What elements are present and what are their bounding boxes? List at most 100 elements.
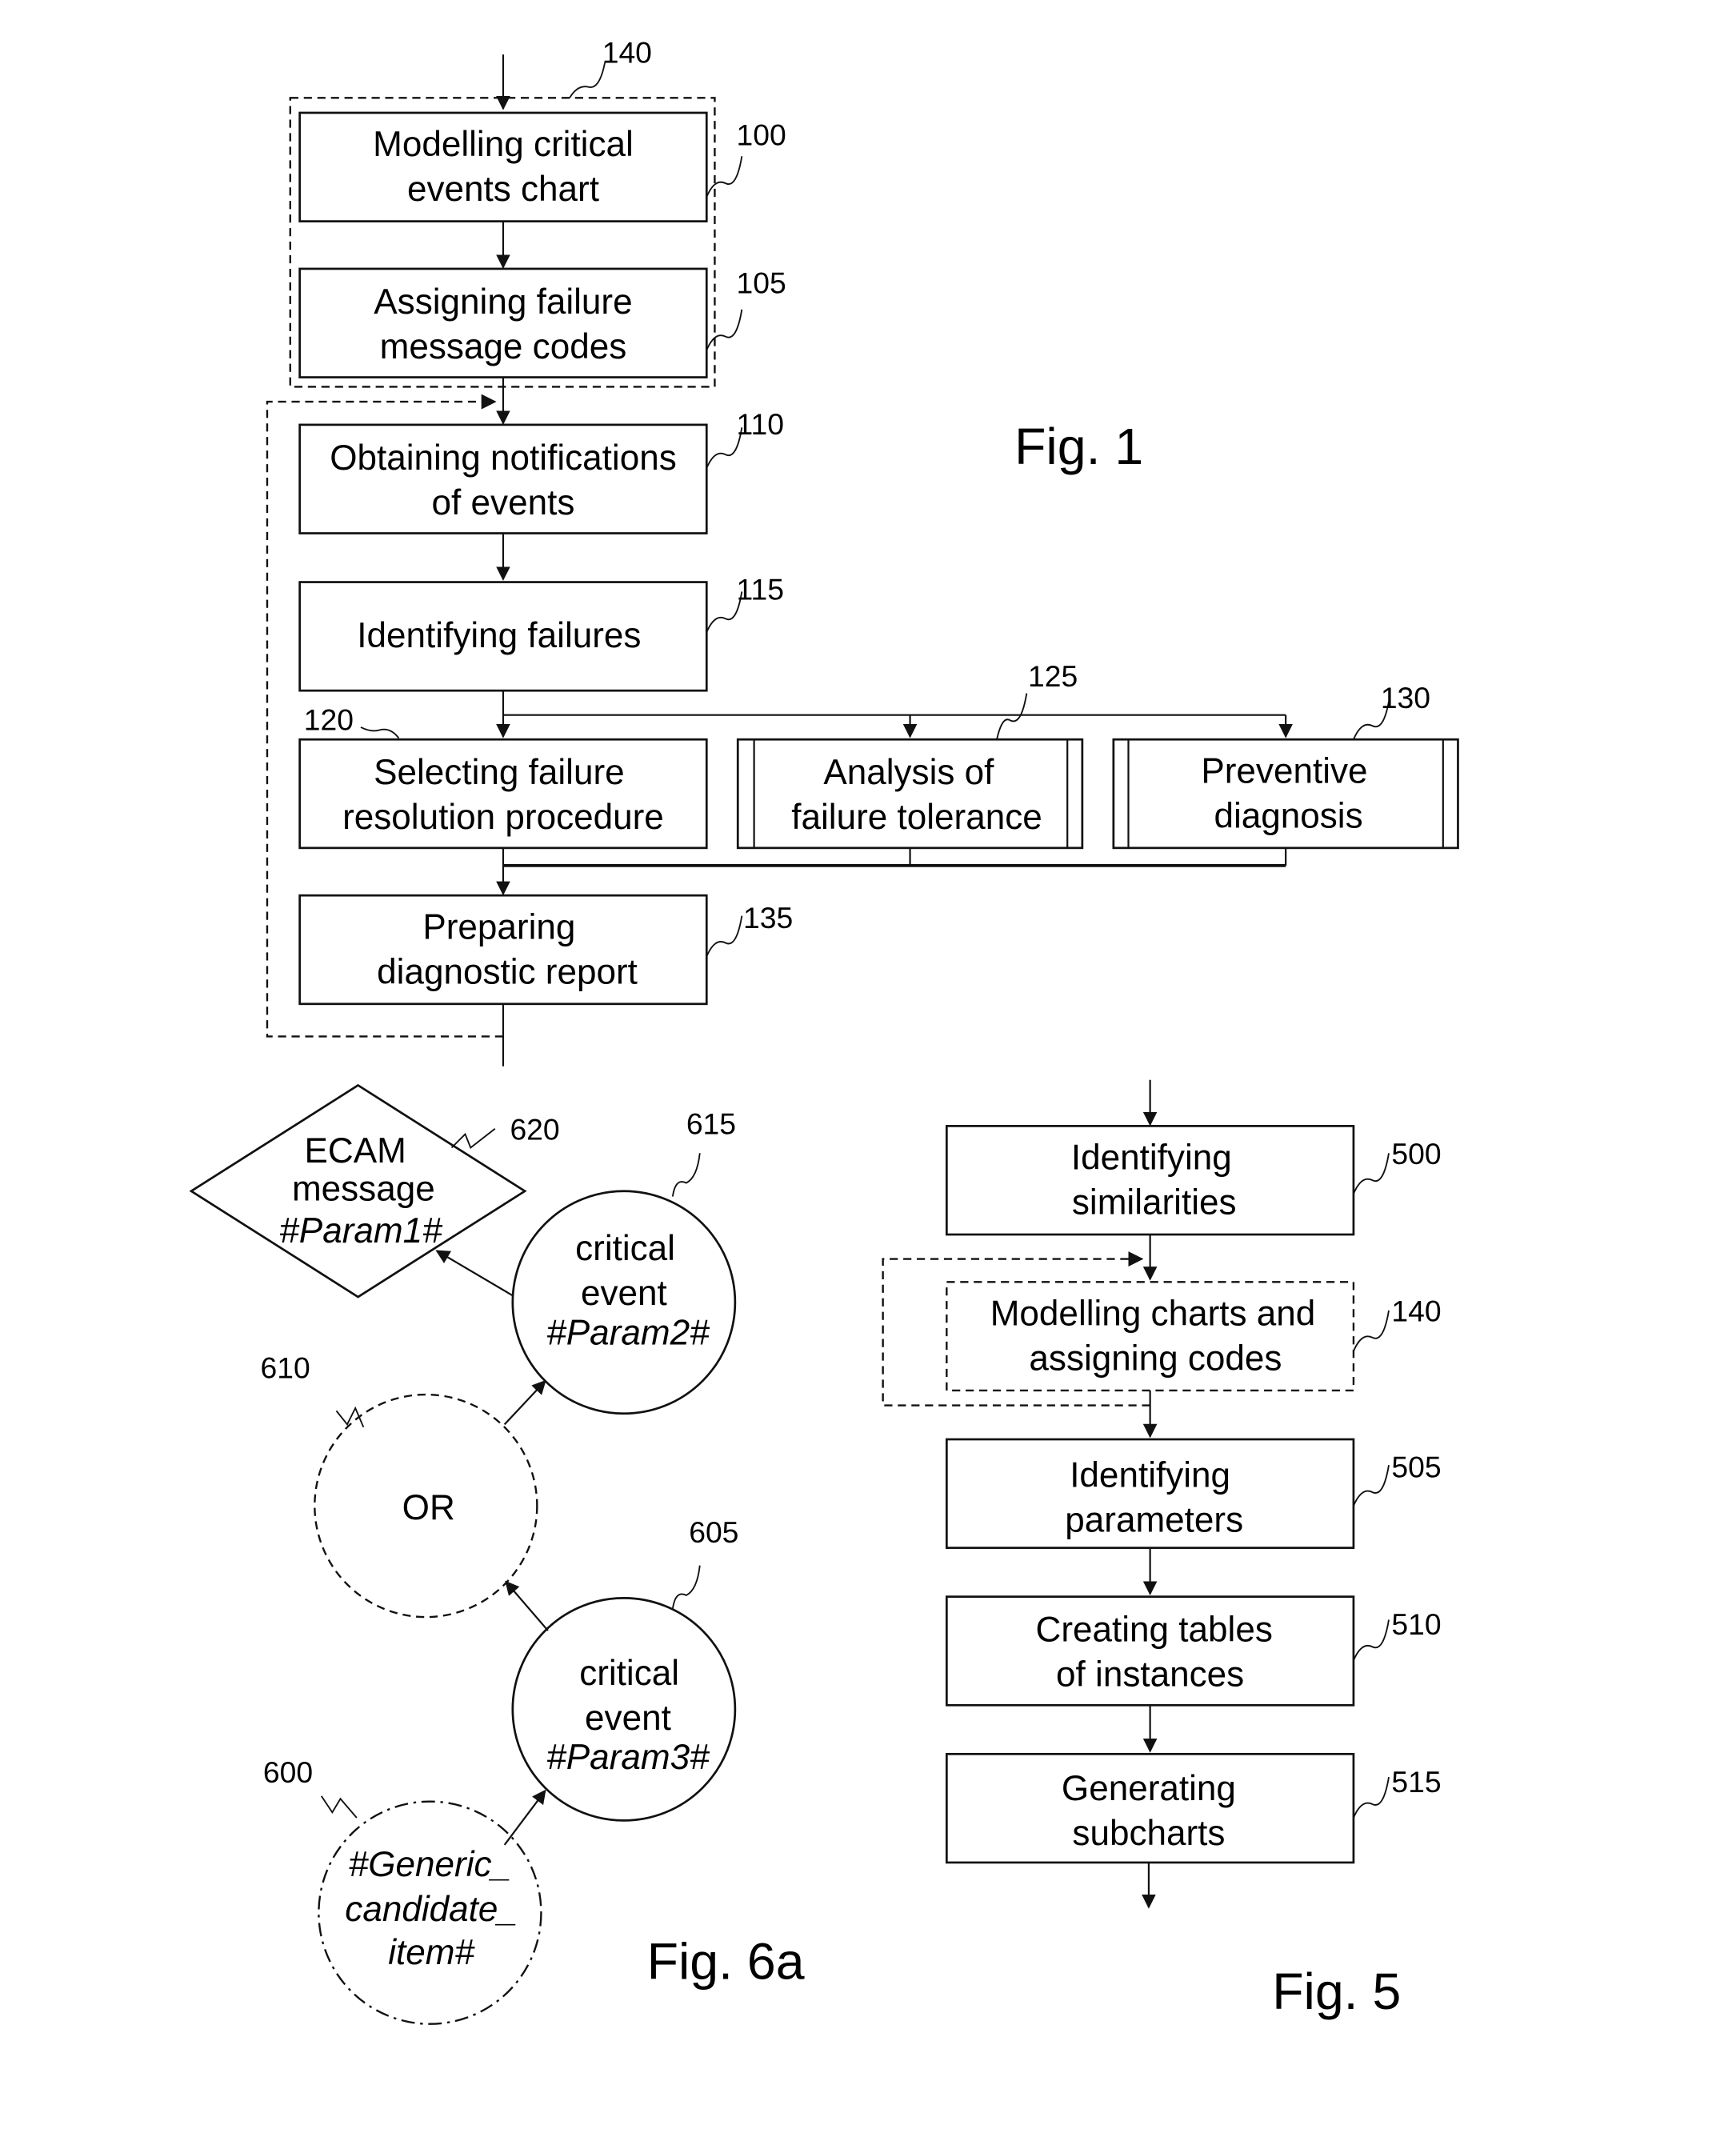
- ref-label: 620: [510, 1112, 559, 1146]
- step-label-line1: Creating tables: [1036, 1611, 1273, 1650]
- step-label-line2: failure tolerance: [791, 798, 1042, 837]
- ref-label: 615: [686, 1107, 736, 1141]
- ref-label: 140: [1391, 1295, 1441, 1328]
- ref-leader: [1353, 1776, 1390, 1819]
- node-label-line1: ECAM: [305, 1131, 406, 1171]
- node-label-line2: candidate_: [345, 1890, 518, 1929]
- step-115: Identifying failures 115: [298, 573, 784, 692]
- ref-label: 600: [263, 1755, 313, 1789]
- step-label-line2: diagnosis: [1214, 796, 1362, 835]
- step-label-line1: Modelling critical: [373, 125, 634, 164]
- ref-label: 125: [1028, 659, 1078, 693]
- step-label-line2: diagnostic report: [377, 952, 638, 991]
- figure-5: Identifying similarities 500 Modelling c…: [882, 1079, 1442, 2020]
- step-135: Preparing diagnostic report 135: [298, 894, 793, 1006]
- ref-label: 100: [737, 118, 786, 152]
- step-label-line1: Preparing: [422, 907, 575, 946]
- step-510: Creating tables of instances 510: [945, 1595, 1442, 1707]
- step-130: Preventive diagnosis 130: [1112, 681, 1459, 850]
- step-label-line2: similarities: [1072, 1183, 1237, 1223]
- step-505: Identifying parameters 505: [945, 1438, 1442, 1549]
- ref-leader: [996, 693, 1028, 740]
- step-label-line1: Preventive: [1201, 751, 1367, 790]
- step-label-line2: events chart: [407, 170, 599, 209]
- node-label-line1: critical: [575, 1229, 675, 1268]
- ref-label: 515: [1391, 1765, 1441, 1799]
- node-label-line1: OR: [402, 1488, 455, 1527]
- ref-label: 110: [737, 407, 784, 441]
- ref-leader: [1353, 1619, 1390, 1661]
- step-label-line2: of events: [432, 483, 575, 522]
- step-label-line1: Identifying failures: [357, 616, 641, 655]
- node-605-critical-event: critical event #Param3# 605: [511, 1515, 738, 1822]
- ref-leader: [1353, 1465, 1390, 1507]
- node-label-line3: #Param3#: [546, 1738, 710, 1777]
- arrow-610-to-615: [503, 1379, 546, 1426]
- node-label-line3: #Param1#: [279, 1211, 442, 1251]
- ref-leader: [321, 1795, 358, 1819]
- node-label-line3: #Param2#: [546, 1313, 710, 1352]
- node-620-ecam-message: ECAM message #Param1# 620: [189, 1083, 560, 1299]
- ref-label: 115: [737, 573, 784, 606]
- step-label-line1: Analysis of: [823, 753, 994, 792]
- step-label-line1: Identifying: [1071, 1139, 1232, 1178]
- ref-label-140: 140: [602, 35, 652, 69]
- step-label-line1: Assigning failure: [374, 282, 632, 322]
- arrow-605-to-610: [505, 1580, 549, 1631]
- step-110: Obtaining notifications of events 110: [298, 407, 784, 534]
- figure-title: Fig. 6a: [647, 1933, 805, 1991]
- ref-leader: [706, 915, 743, 957]
- step-500: Identifying similarities 500: [945, 1125, 1442, 1236]
- node-label-line2: event: [585, 1699, 671, 1738]
- ref-leader: [706, 156, 743, 198]
- arrow-600-to-605: [503, 1789, 546, 1846]
- ref-label: 130: [1381, 681, 1430, 714]
- ref-label: 120: [304, 702, 354, 736]
- step-label-line2: message codes: [380, 327, 627, 366]
- node-label-line3: item#: [388, 1933, 474, 1972]
- figure-title: Fig. 5: [1272, 1963, 1401, 2020]
- step-label-line1: Obtaining notifications: [330, 438, 677, 478]
- figure-title: Fig. 1: [1014, 418, 1143, 475]
- step-100: Modelling critical events chart 100: [298, 111, 786, 222]
- node-label-line1: critical: [579, 1654, 679, 1693]
- patent-drawing-sheet: 140 Modelling critical events chart 100 …: [189, 35, 1459, 2025]
- node-label-line1: #Generic_: [349, 1845, 511, 1884]
- ref-leader: [1353, 1153, 1390, 1195]
- step-label-line2: parameters: [1065, 1500, 1243, 1539]
- step-515: Generating subcharts 515: [945, 1752, 1442, 1864]
- ref-leader: [671, 1565, 701, 1610]
- step-label-line2: assigning codes: [1029, 1339, 1282, 1379]
- ref-label: 605: [689, 1515, 738, 1549]
- node-615-critical-event: critical event #Param2# 615: [511, 1107, 737, 1415]
- ref-label: 510: [1391, 1607, 1441, 1641]
- step-label-line2: of instances: [1056, 1655, 1244, 1695]
- step-140: Modelling charts and assigning codes 140: [946, 1281, 1442, 1392]
- ref-leader: [706, 309, 743, 351]
- ref-leader: [671, 1153, 701, 1197]
- ref-label: 610: [261, 1351, 310, 1385]
- ref-leader-140: [569, 62, 606, 98]
- ref-label: 105: [737, 266, 786, 299]
- ref-label: 500: [1391, 1137, 1441, 1171]
- figure-6a: ECAM message #Param1# 620 critical event…: [189, 1083, 805, 2025]
- step-label-line1: Selecting failure: [374, 753, 625, 792]
- ref-leader: [360, 726, 400, 739]
- arrow-615-to-620: [435, 1250, 514, 1297]
- ref-label: 505: [1391, 1450, 1441, 1483]
- step-label-line1: Modelling charts and: [990, 1295, 1316, 1334]
- node-610-or-gate: OR 610: [261, 1351, 538, 1619]
- step-label-line1: Generating: [1062, 1769, 1236, 1808]
- step-label-line1: Identifying: [1070, 1455, 1230, 1495]
- step-105: Assigning failure message codes 105: [298, 266, 786, 378]
- ref-label: 135: [743, 901, 793, 934]
- ref-leader: [450, 1128, 496, 1150]
- step-125: Analysis of failure tolerance 125: [736, 659, 1084, 850]
- step-label-line2: resolution procedure: [342, 798, 664, 837]
- node-600-generic-candidate-item: #Generic_ candidate_ item# 600: [263, 1755, 542, 2025]
- figure-1: 140 Modelling critical events chart 100 …: [266, 35, 1459, 1066]
- ref-leader: [1353, 1310, 1390, 1352]
- step-label-line2: subcharts: [1072, 1814, 1225, 1853]
- node-label-line2: message: [292, 1170, 435, 1209]
- node-label-line2: event: [581, 1274, 667, 1313]
